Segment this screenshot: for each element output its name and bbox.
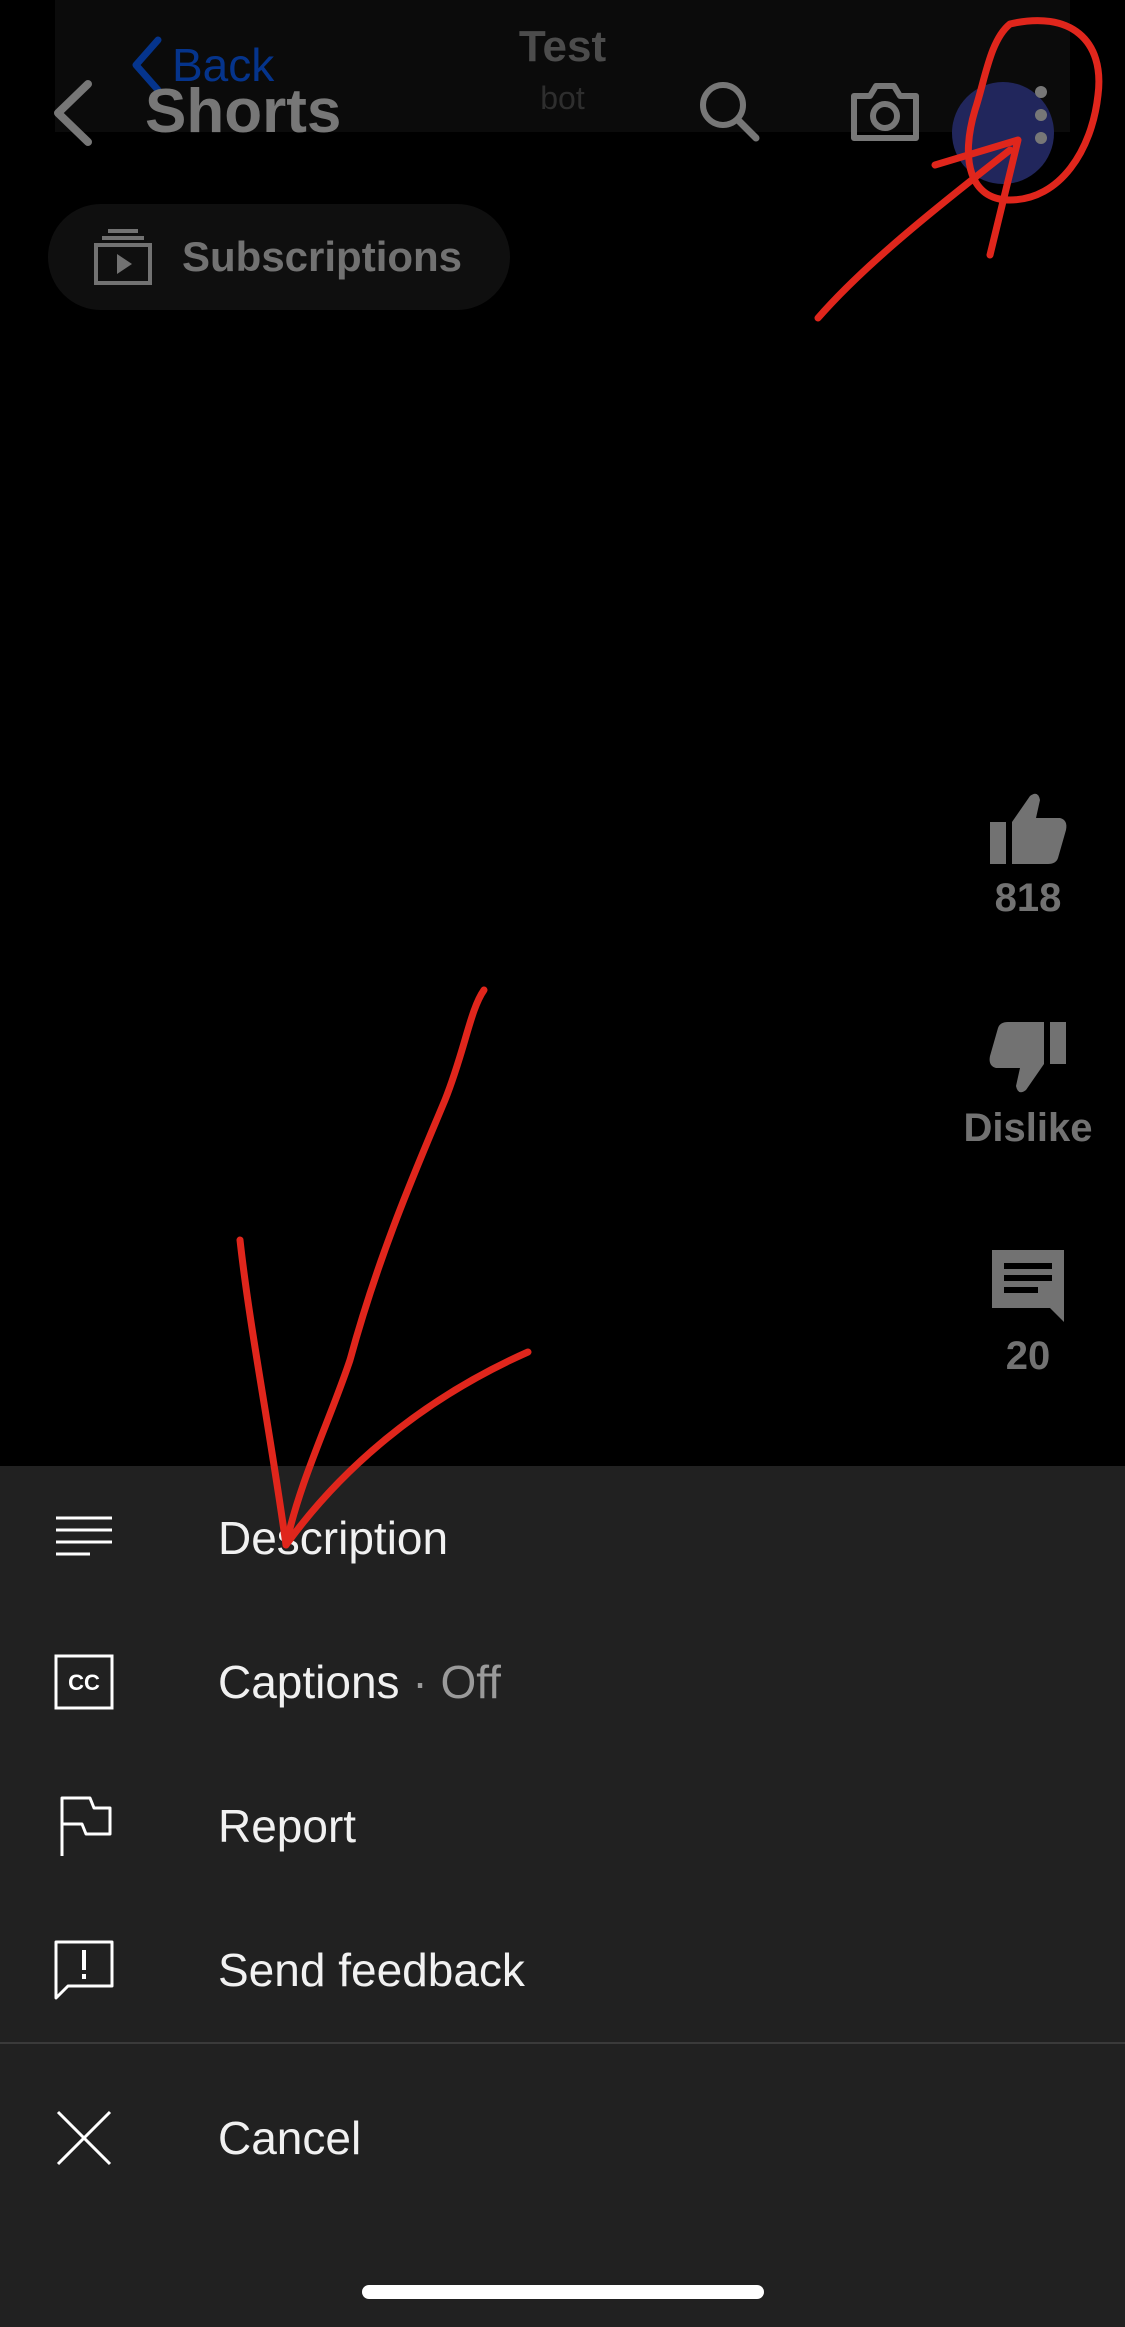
dislike-button[interactable]: Dislike — [958, 1020, 1098, 1151]
search-icon[interactable] — [696, 78, 762, 144]
camera-icon[interactable] — [848, 78, 922, 144]
shorts-player: Back Test bot Shorts Subscriptions 818 D… — [0, 0, 1125, 1466]
like-count: 818 — [994, 876, 1062, 920]
comment-icon — [992, 1250, 1064, 1322]
subscriptions-label: Subscriptions — [182, 233, 463, 280]
menu-label-send-feedback: Send feedback — [218, 1944, 525, 1996]
menu-label-description: Description — [218, 1512, 449, 1564]
menu-label-report: Report — [218, 1800, 357, 1852]
captions-state: · Off — [412, 1656, 501, 1708]
subscriptions-chip[interactable]: Subscriptions — [48, 204, 510, 310]
svg-text:CC: CC — [68, 1670, 100, 1695]
shorts-header: Shorts — [0, 60, 1125, 184]
description-icon — [56, 1516, 112, 1556]
menu-item-report[interactable]: Report — [0, 1754, 1125, 1898]
thumb-up-icon — [990, 793, 1067, 864]
comment-count: 20 — [1005, 1334, 1051, 1378]
menu-item-description[interactable]: Description — [0, 1466, 1125, 1610]
menu-label-cancel: Cancel — [218, 2112, 362, 2164]
more-vert-icon[interactable] — [1030, 82, 1052, 148]
flag-icon — [60, 1796, 112, 1856]
comments-button[interactable]: 20 — [958, 1246, 1098, 1379]
menu-item-cancel[interactable]: Cancel — [0, 2066, 1125, 2210]
thumb-down-icon — [989, 1022, 1066, 1093]
subscriptions-icon — [94, 229, 152, 285]
menu-item-send-feedback[interactable]: Send feedback — [0, 1898, 1125, 2042]
feedback-icon — [54, 1940, 114, 2000]
dislike-label: Dislike — [963, 1106, 1093, 1150]
close-icon — [56, 2110, 112, 2166]
page-title: Shorts — [145, 77, 342, 146]
like-button[interactable]: 818 — [958, 790, 1098, 921]
divider — [0, 2042, 1125, 2044]
menu-label-captions: Captions · Off — [218, 1655, 501, 1709]
menu-item-captions[interactable]: CC Captions · Off — [0, 1610, 1125, 1754]
captions-icon: CC — [54, 1654, 114, 1710]
captions-label: Captions — [218, 1656, 400, 1708]
options-bottom-sheet: Description CC Captions · Off Report Sen… — [0, 1466, 1125, 2327]
home-indicator[interactable] — [362, 2285, 764, 2299]
back-arrow-icon[interactable] — [48, 78, 98, 148]
